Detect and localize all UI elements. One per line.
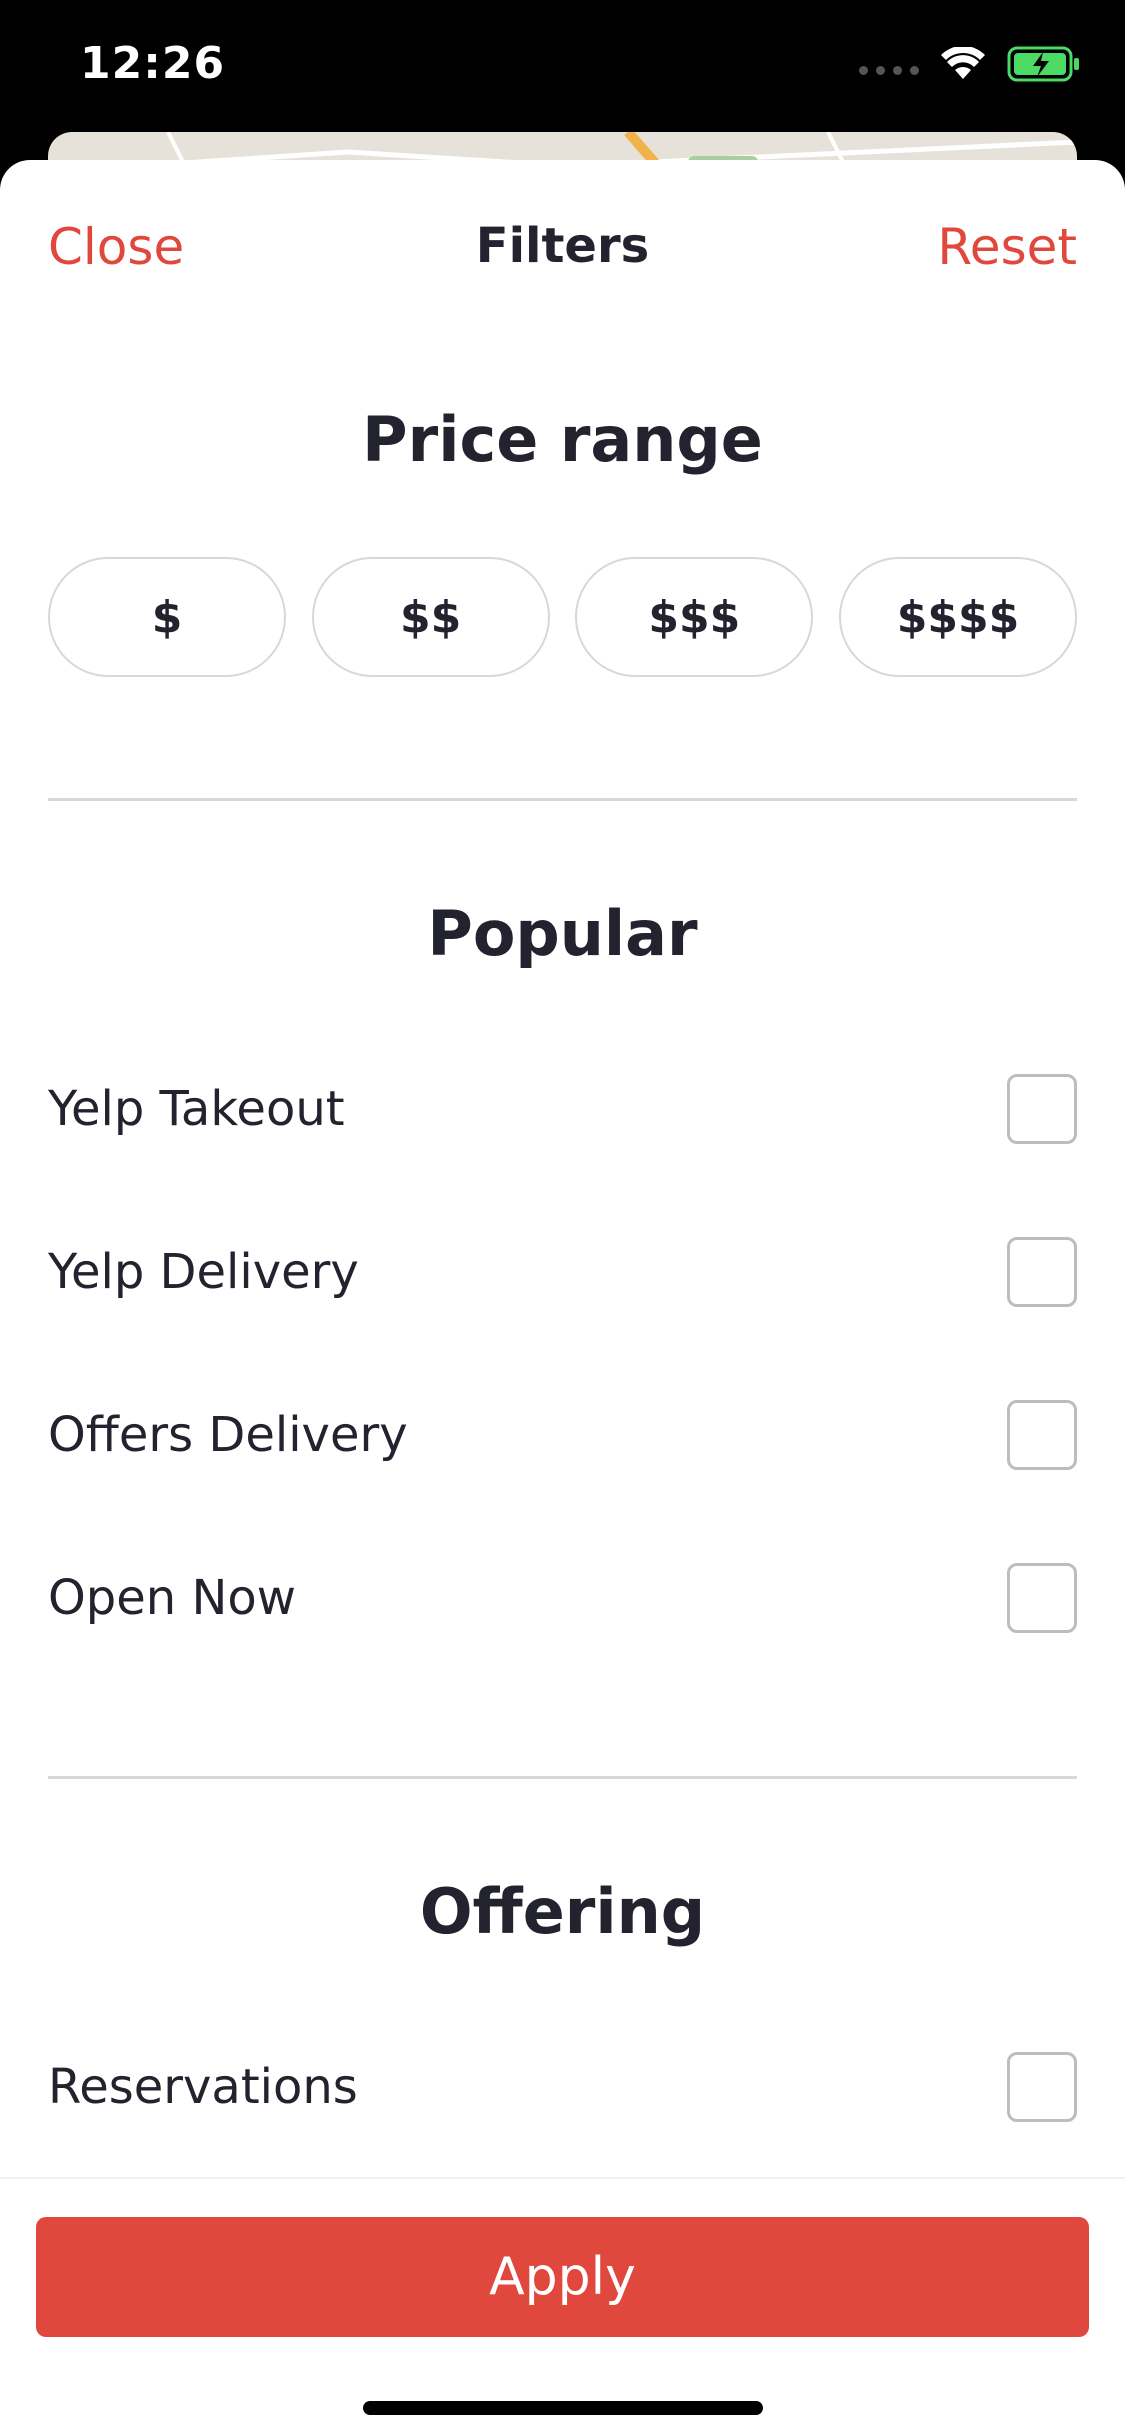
divider (48, 1776, 1077, 1779)
price-option-1[interactable]: $ (48, 557, 286, 677)
status-icons (859, 46, 1081, 82)
yelp-delivery-checkbox[interactable] (1007, 1237, 1077, 1307)
filter-row-open-now[interactable]: Open Now (48, 1548, 1077, 1648)
filter-row-yelp-takeout[interactable]: Yelp Takeout (48, 1059, 1077, 1159)
battery-charging-icon (1007, 46, 1079, 82)
filter-row-reservations[interactable]: Reservations (48, 2037, 1077, 2137)
home-indicator[interactable] (363, 2401, 763, 2415)
apply-button[interactable]: Apply (36, 2217, 1089, 2337)
popular-title: Popular (427, 897, 698, 970)
reset-button[interactable]: Reset (937, 218, 1077, 276)
offering-title: Offering (419, 1875, 706, 1948)
filter-label: Reservations (48, 2059, 358, 2115)
cellular-signal-icon (859, 65, 919, 75)
filters-sheet: Close Filters Reset Price range $ $$ $$$… (0, 160, 1125, 2436)
status-time: 12:26 (80, 38, 226, 89)
divider (48, 798, 1077, 801)
filter-label: Yelp Delivery (48, 1244, 359, 1300)
reservations-checkbox[interactable] (1007, 2052, 1077, 2122)
filter-label: Open Now (48, 1570, 296, 1626)
price-range-options: $ $$ $$$ $$$$ (48, 557, 1077, 677)
footer: Apply (0, 2177, 1125, 2436)
yelp-takeout-checkbox[interactable] (1007, 1074, 1077, 1144)
price-option-2[interactable]: $$ (311, 557, 550, 677)
open-now-checkbox[interactable] (1007, 1563, 1077, 1633)
filter-label: Offers Delivery (48, 1407, 408, 1463)
nav-bar: Close Filters Reset (0, 160, 1125, 330)
offers-delivery-checkbox[interactable] (1007, 1400, 1077, 1470)
price-option-3[interactable]: $$$ (575, 557, 814, 677)
wifi-icon (941, 47, 985, 79)
filter-row-offers-delivery[interactable]: Offers Delivery (48, 1385, 1077, 1485)
filter-label: Yelp Takeout (48, 1081, 345, 1137)
status-bar: 12:26 (0, 0, 1125, 135)
filter-row-yelp-delivery[interactable]: Yelp Delivery (48, 1222, 1077, 1322)
price-range-title: Price range (362, 403, 763, 476)
price-option-4[interactable]: $$$$ (838, 557, 1077, 677)
